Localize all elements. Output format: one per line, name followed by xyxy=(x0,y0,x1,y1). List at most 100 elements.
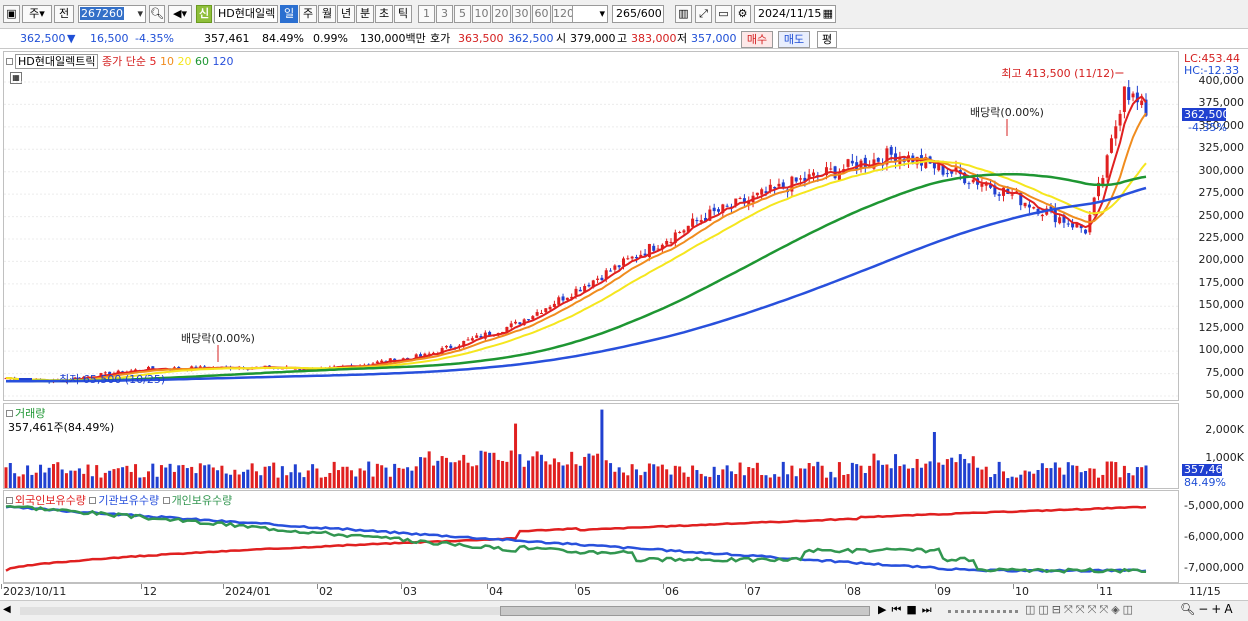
volume-bar xyxy=(820,465,824,488)
count-button[interactable]: 60 xyxy=(532,5,551,23)
draw-tools-icon[interactable]: ⤢ xyxy=(695,5,712,23)
volume-bar xyxy=(989,477,993,488)
candle-body xyxy=(1066,223,1070,225)
window-menu-icon[interactable]: ▣ xyxy=(3,5,20,23)
stock-name-field[interactable]: HD현대일렉 xyxy=(214,5,278,23)
scrollbar-thumb[interactable] xyxy=(500,606,870,616)
count-button[interactable]: 5 xyxy=(454,5,471,23)
volume-bar xyxy=(216,470,220,488)
hts-chart-window: ▣ 주▾ 전 267260 ▾ 🔍︎ ◀▾ 신 HD현대일렉 일주월년분초틱 13… xyxy=(0,0,1248,621)
count-button[interactable]: 10 xyxy=(472,5,491,23)
current-pct-tag: -4.35% xyxy=(1188,120,1227,134)
period-tab[interactable]: 초 xyxy=(375,5,393,23)
volume-bar xyxy=(842,474,846,488)
holding-tick: -5,000,000 xyxy=(1184,499,1244,512)
time-axis-label: 09 xyxy=(937,585,951,598)
volume-bar xyxy=(69,470,73,488)
eval-button[interactable]: 평 xyxy=(817,31,837,48)
volume-bar xyxy=(30,474,34,488)
volume-bar xyxy=(565,464,569,488)
playback-controls[interactable]: ▶⏮■⏭ xyxy=(878,603,937,617)
period-tab[interactable]: 년 xyxy=(337,5,355,23)
period-tab[interactable]: 월 xyxy=(318,5,336,23)
candle-body xyxy=(1023,202,1027,207)
volume-bar xyxy=(397,467,401,488)
buy-button[interactable]: 매수 xyxy=(741,31,773,48)
candle-body xyxy=(1032,207,1036,209)
price-panel[interactable]: HD현대일렉트릭 종가 단순 5 10 20 60 120 ▦ 최고 413,5… xyxy=(3,51,1180,401)
period-tab[interactable]: 일 xyxy=(280,5,298,23)
count-button[interactable]: 30 xyxy=(512,5,531,23)
volume-pct-tag: 84.49% xyxy=(1184,476,1226,489)
price-tick: 125,000 xyxy=(1198,320,1245,334)
candle-body xyxy=(609,270,613,272)
volume-bar xyxy=(626,475,630,488)
volume-bar xyxy=(539,454,543,488)
candle-body xyxy=(626,258,630,260)
count-dropdown[interactable]: ▾ xyxy=(572,5,608,23)
volume-bar xyxy=(1135,467,1139,488)
volume-bar xyxy=(509,450,513,488)
candle-body xyxy=(1140,100,1144,106)
volume-bar xyxy=(829,471,833,488)
current-price: 362,500 xyxy=(20,32,66,45)
candle-body xyxy=(1114,126,1118,139)
period-tab[interactable]: 분 xyxy=(356,5,374,23)
volume-bar xyxy=(220,465,224,488)
prev-button[interactable]: 전 xyxy=(54,5,74,23)
count-button[interactable]: 1 xyxy=(418,5,435,23)
candle-body xyxy=(548,306,552,310)
sell-button[interactable]: 매도 xyxy=(778,31,810,48)
volume-bar xyxy=(993,474,997,488)
volume-bar xyxy=(600,409,604,488)
volume-bar xyxy=(678,466,682,488)
candle-body xyxy=(475,335,479,338)
stock-code-input[interactable]: 267260 ▾ xyxy=(78,5,146,23)
price-tick: 75,000 xyxy=(1205,365,1245,379)
period-tab[interactable]: 주 xyxy=(299,5,317,23)
open-label: 시 xyxy=(556,32,567,45)
volume-bar xyxy=(729,471,733,488)
time-axis-label: 02 xyxy=(319,585,333,598)
time-axis-label: 05 xyxy=(577,585,591,598)
volume-bar xyxy=(634,469,638,488)
volume-bar xyxy=(881,464,885,488)
date-input[interactable]: 2024/11/15 ▦ xyxy=(754,5,836,23)
volume-bar xyxy=(419,457,423,488)
calendar-icon[interactable]: ▦ xyxy=(823,6,835,22)
zoom-icons[interactable]: 🔍︎−+A xyxy=(1180,602,1236,616)
bottom-toolbar: ◀ ▶⏮■⏭ ◫◫⊟⤧⤧⤧⤧◈◫ 🔍︎−+A xyxy=(0,600,1248,621)
data-count-field[interactable]: 265/600 xyxy=(612,5,664,23)
candle-body xyxy=(544,308,548,313)
candle-body xyxy=(1010,194,1014,196)
count-button[interactable]: 120 xyxy=(552,5,574,23)
period-main-select[interactable]: 주▾ xyxy=(22,5,52,23)
volume-bar xyxy=(639,475,643,488)
holding-panel[interactable]: 외국인보유수량 기관보유수량 개인보유수량 xyxy=(3,490,1179,583)
volume-bar xyxy=(816,461,820,488)
volume-current-tag: 357,461 xyxy=(1182,463,1230,476)
trade-amount: 130,000백만 xyxy=(360,32,426,45)
count-button[interactable]: 3 xyxy=(436,5,453,23)
chart-type-icon[interactable]: ▥ xyxy=(675,5,692,23)
save-icon[interactable]: ▭ xyxy=(715,5,732,23)
volume-bar xyxy=(863,473,867,488)
count-button[interactable]: 20 xyxy=(492,5,511,23)
volume-panel[interactable]: 거래량 357,461주(84.49%) xyxy=(3,403,1179,489)
volume-bar xyxy=(56,462,60,488)
volume-bar xyxy=(954,462,958,488)
scroll-left-icon[interactable]: ◀ xyxy=(3,604,15,618)
tool-icons[interactable]: ◫◫⊟⤧⤧⤧⤧◈◫ xyxy=(1025,603,1136,617)
volume-bar xyxy=(704,476,708,488)
volume-bar xyxy=(846,474,850,488)
speaker-icon[interactable]: ◀▾ xyxy=(168,5,192,23)
zoom-track[interactable] xyxy=(948,610,1018,613)
volume-bar xyxy=(876,460,880,488)
search-icon[interactable]: 🔍︎ xyxy=(149,5,165,23)
candle-body xyxy=(1122,86,1126,112)
period-tab[interactable]: 틱 xyxy=(394,5,412,23)
volume-bar xyxy=(764,475,768,488)
holding-axis: -5,000,000 -6,000,000 -7,000,000 xyxy=(1180,490,1248,583)
settings-icon[interactable]: ⚙ xyxy=(734,5,751,23)
candle-body xyxy=(509,323,513,328)
